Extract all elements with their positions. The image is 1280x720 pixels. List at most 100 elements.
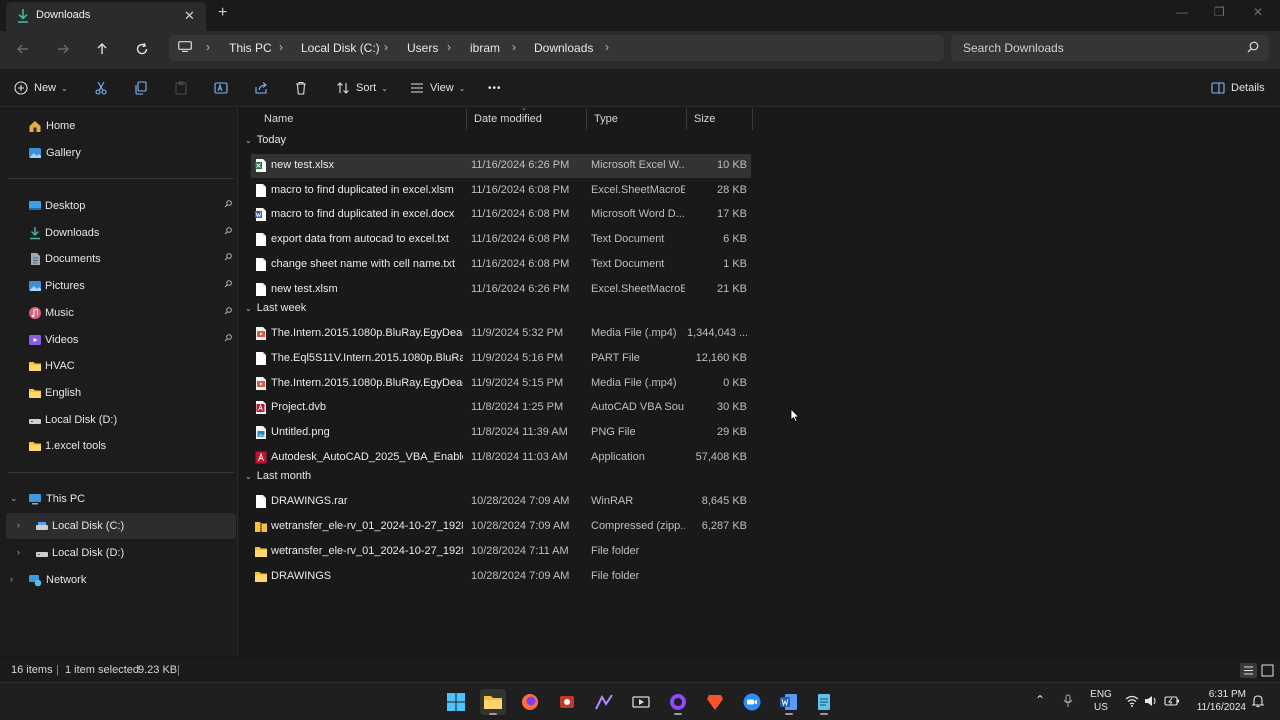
sidebar-item-downloads[interactable]: Downloads ⚲ <box>6 220 236 246</box>
file-row[interactable]: DRAWINGS.rar 10/28/2024 7:09 AM WinRAR 8,64… <box>251 490 751 514</box>
maximize-button[interactable]: ❐ <box>1214 5 1225 19</box>
taskbar-brave[interactable] <box>702 689 728 715</box>
taskbar-app-red[interactable] <box>554 689 580 715</box>
pin-icon[interactable]: ⚲ <box>221 198 234 211</box>
file-row[interactable]: The.Intern.2015.1080p.BluRay.EgyDead.C..… <box>251 322 751 346</box>
group-header[interactable]: ⌄ Last week <box>245 302 306 320</box>
back-button[interactable] <box>13 39 33 59</box>
sidebar-item-gallery[interactable]: Gallery <box>6 140 236 166</box>
group-header[interactable]: ⌄ Today <box>245 134 286 152</box>
details-view-button[interactable] <box>1240 663 1257 678</box>
rename-button[interactable] <box>214 79 228 97</box>
sidebar-item-videos[interactable]: Videos ⚲ <box>6 327 236 353</box>
taskbar-firefox[interactable] <box>517 689 543 715</box>
start-button[interactable] <box>443 689 469 715</box>
taskbar-word[interactable] <box>776 689 802 715</box>
file-row[interactable]: wetransfer_ele-rv_01_2024-10-27_1928.zip… <box>251 515 751 539</box>
sidebar-item-english[interactable]: English <box>6 380 236 406</box>
delete-button[interactable] <box>294 79 308 97</box>
chevron-right-icon[interactable]: › <box>17 547 20 557</box>
copy-button[interactable] <box>134 79 148 97</box>
taskbar-zoom[interactable] <box>739 689 765 715</box>
share-button[interactable] <box>254 79 268 97</box>
taskbar-app-chart[interactable] <box>591 689 617 715</box>
sidebar-item-local-disk-d[interactable]: › Local Disk (D:) <box>6 540 236 566</box>
file-row[interactable]: new test.xlsm 11/16/2024 6:26 PM Excel.She… <box>251 278 751 302</box>
file-row[interactable]: export data from autocad to excel.txt 11/… <box>251 228 751 252</box>
details-label: Details <box>1231 82 1265 94</box>
new-tab-button[interactable]: + <box>218 4 227 22</box>
file-row[interactable]: The.Intern.2015.1080p.BluRay.EgyDead.C..… <box>251 372 751 396</box>
new-button[interactable]: New ⌄ <box>14 79 68 97</box>
pin-icon[interactable]: ⚲ <box>221 225 234 238</box>
forward-button[interactable] <box>53 39 73 59</box>
group-header[interactable]: ⌄ Last month <box>245 470 311 488</box>
tab-close-button[interactable]: ✕ <box>184 8 195 24</box>
file-row[interactable]: The.Eql5S11V.Intern.2015.1080p.BluRay.E.… <box>251 347 751 371</box>
wifi-icon[interactable] <box>1125 695 1139 707</box>
notification-bell-icon[interactable] <box>1252 694 1264 708</box>
up-button[interactable] <box>92 39 112 59</box>
sidebar-item-local-disk-d-[interactable]: Local Disk (D:) <box>6 407 236 433</box>
pin-icon[interactable]: ⚲ <box>221 278 234 291</box>
column-header-size[interactable]: Size <box>687 108 753 130</box>
breadcrumb-users[interactable]: Users <box>407 41 438 55</box>
file-row[interactable]: new test.xlsx 11/16/2024 6:26 PM Microsoft… <box>251 154 751 178</box>
sidebar-item-documents[interactable]: Documents ⚲ <box>6 246 236 272</box>
sidebar-item-local-disk-c[interactable]: › Local Disk (C:) <box>6 513 236 539</box>
column-header-name[interactable]: Name <box>257 108 467 130</box>
close-window-button[interactable]: ✕ <box>1253 5 1263 19</box>
microphone-icon[interactable] <box>1063 694 1073 708</box>
view-button[interactable]: View ⌄ <box>410 79 465 97</box>
chevron-right-icon[interactable]: › <box>17 520 20 530</box>
file-row[interactable]: macro to find duplicated in excel.xlsm 11… <box>251 179 751 203</box>
battery-icon[interactable] <box>1164 695 1180 707</box>
column-header-date[interactable]: Date modified ⌄ <box>467 105 587 130</box>
chevron-right-icon[interactable]: › <box>10 574 13 584</box>
breadcrumb-ibram[interactable]: ibram <box>470 41 500 55</box>
sidebar-item-desktop[interactable]: Desktop ⚲ <box>6 193 236 219</box>
file-row[interactable]: DRAWINGS 10/28/2024 7:09 AM File folder <box>251 565 751 589</box>
file-row[interactable]: Autodesk_AutoCAD_2025_VBA_Enabler.e... 11… <box>251 446 751 470</box>
file-row[interactable]: macro to find duplicated in excel.docx 11… <box>251 203 751 227</box>
chevron-down-icon[interactable]: ⌄ <box>10 493 18 504</box>
file-row[interactable]: Untitled.png 11/8/2024 11:39 AM PNG File 29… <box>251 421 751 445</box>
breadcrumb-local-disk-c[interactable]: Local Disk (C:) <box>301 41 380 55</box>
sort-button[interactable]: Sort ⌄ <box>336 79 388 97</box>
language-indicator[interactable]: ENG US <box>1088 688 1114 714</box>
address-bar[interactable]: › This PC › Local Disk (C:) › Users › ib… <box>169 35 944 61</box>
details-pane-button[interactable]: Details <box>1211 79 1265 97</box>
breadcrumb-downloads[interactable]: Downloads <box>534 41 593 55</box>
pin-icon[interactable]: ⚲ <box>221 251 234 264</box>
more-options-button[interactable]: ••• <box>488 79 502 97</box>
volume-icon[interactable] <box>1144 694 1158 708</box>
sidebar-item-music[interactable]: Music ⚲ <box>6 300 236 326</box>
breadcrumb-this-pc[interactable]: This PC <box>229 41 272 55</box>
file-row[interactable]: change sheet name with cell name.txt 11/1… <box>251 253 751 277</box>
sidebar-item-this-pc[interactable]: ⌄ This PC <box>6 486 236 512</box>
tab-downloads[interactable]: Downloads ✕ <box>6 2 206 31</box>
sidebar-item-pictures[interactable]: Pictures ⚲ <box>6 273 236 299</box>
tiles-view-button[interactable] <box>1260 663 1275 678</box>
sidebar-item-network[interactable]: › Network <box>6 567 236 593</box>
pin-icon[interactable]: ⚲ <box>221 305 234 318</box>
paste-button[interactable] <box>174 79 188 97</box>
search-box[interactable]: Search Downloads <box>951 35 1269 61</box>
taskbar-file-explorer[interactable] <box>480 689 506 715</box>
clock[interactable]: 6:31 PM 11/16/2024 <box>1190 688 1246 714</box>
cut-button[interactable] <box>94 79 108 97</box>
file-row[interactable]: wetransfer_ele-rv_01_2024-10-27_1928 10/2… <box>251 540 751 564</box>
tab-label: Downloads <box>36 9 91 21</box>
minimize-button[interactable]: — <box>1176 5 1188 19</box>
sidebar-item-1-excel-tools[interactable]: 1.excel tools <box>6 433 236 459</box>
tray-overflow-chevron-icon[interactable]: ⌃ <box>1035 694 1045 707</box>
taskbar-app-purple[interactable] <box>665 689 691 715</box>
file-row[interactable]: Project.dvb 11/8/2024 1:25 PM AutoCAD VBA … <box>251 396 751 420</box>
taskbar-app-media[interactable] <box>628 689 654 715</box>
sidebar-item-home[interactable]: Home <box>6 113 236 139</box>
sidebar-item-hvac[interactable]: HVAC <box>6 353 236 379</box>
column-header-type[interactable]: Type <box>587 108 687 130</box>
pin-icon[interactable]: ⚲ <box>221 332 234 345</box>
taskbar-notepad[interactable] <box>811 689 837 715</box>
refresh-button[interactable] <box>132 39 152 59</box>
